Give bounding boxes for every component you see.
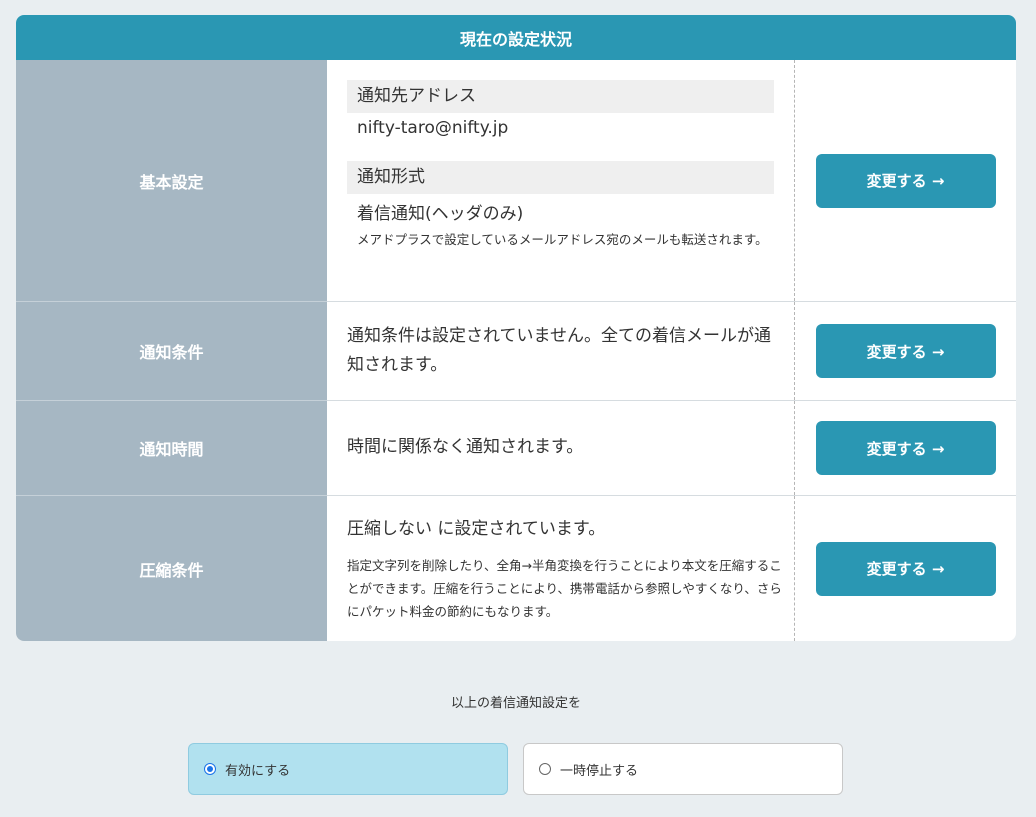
row-content-compress: 圧縮しない に設定されています。 指定文字列を削除したり、全角→半角変換を行うこ… — [327, 496, 794, 641]
enable-label: 有効にする — [225, 763, 291, 779]
compress-note: 指定文字列を削除したり、全角→半角変換を行うことにより本文を圧縮することができま… — [347, 558, 782, 619]
format-heading: 通知形式 — [347, 161, 774, 194]
enable-radio[interactable] — [204, 763, 216, 775]
settings-caption: 以上の着信通知設定を — [450, 696, 581, 711]
condition-text: 通知条件は設定されていません。全ての着信メールが通知されます。 — [347, 326, 771, 375]
change-compress-button[interactable]: 変更する → — [815, 541, 996, 596]
row-content-time: 時間に関係なく通知されます。 — [327, 401, 794, 495]
row-notify-condition: 通知条件 通知条件は設定されていません。全ての着信メールが通知されます。 変更す… — [16, 302, 1016, 400]
compress-text: 圧縮しない に設定されています。 — [347, 519, 606, 539]
settings-panel: 現在の設定状況 基本設定 通知先アドレス nifty-taro@nifty.jp… — [16, 15, 1016, 641]
format-value: 着信通知(ヘッダのみ) — [357, 204, 524, 224]
row-content-basic: 通知先アドレス nifty-taro@nifty.jp 通知形式 着信通知(ヘッ… — [327, 60, 794, 301]
row-label-time: 通知時間 — [16, 401, 327, 495]
row-action-time: 変更する → — [794, 401, 1016, 495]
enable-option[interactable]: 有効にする — [188, 743, 508, 795]
change-time-button[interactable]: 変更する → — [815, 421, 996, 475]
address-value: nifty-taro@nifty.jp — [357, 118, 509, 138]
row-action-compress: 変更する → — [794, 496, 1016, 641]
row-action-condition: 変更する → — [794, 302, 1016, 400]
pause-radio[interactable] — [539, 763, 551, 775]
pause-option[interactable]: 一時停止する — [523, 743, 843, 795]
row-compress-condition: 圧縮条件 圧縮しない に設定されています。 指定文字列を削除したり、全角→半角変… — [16, 496, 1016, 641]
address-heading: 通知先アドレス — [347, 80, 774, 113]
change-basic-button[interactable]: 変更する → — [815, 153, 996, 208]
row-action-basic: 変更する → — [794, 60, 1016, 301]
row-label-compress: 圧縮条件 — [16, 496, 327, 641]
format-note: メアドプラスで設定しているメールアドレス宛のメールも転送されます。 — [357, 232, 768, 247]
change-condition-button[interactable]: 変更する → — [815, 324, 996, 378]
row-basic-settings: 基本設定 通知先アドレス nifty-taro@nifty.jp 通知形式 着信… — [16, 60, 1016, 301]
time-text: 時間に関係なく通知されます。 — [347, 437, 584, 457]
pause-label: 一時停止する — [560, 763, 639, 779]
row-label-condition: 通知条件 — [16, 302, 327, 400]
row-notify-time: 通知時間 時間に関係なく通知されます。 変更する → — [16, 401, 1016, 495]
row-label-basic: 基本設定 — [16, 60, 327, 301]
panel-title: 現在の設定状況 — [16, 15, 1016, 60]
row-content-condition: 通知条件は設定されていません。全ての着信メールが通知されます。 — [327, 302, 794, 400]
